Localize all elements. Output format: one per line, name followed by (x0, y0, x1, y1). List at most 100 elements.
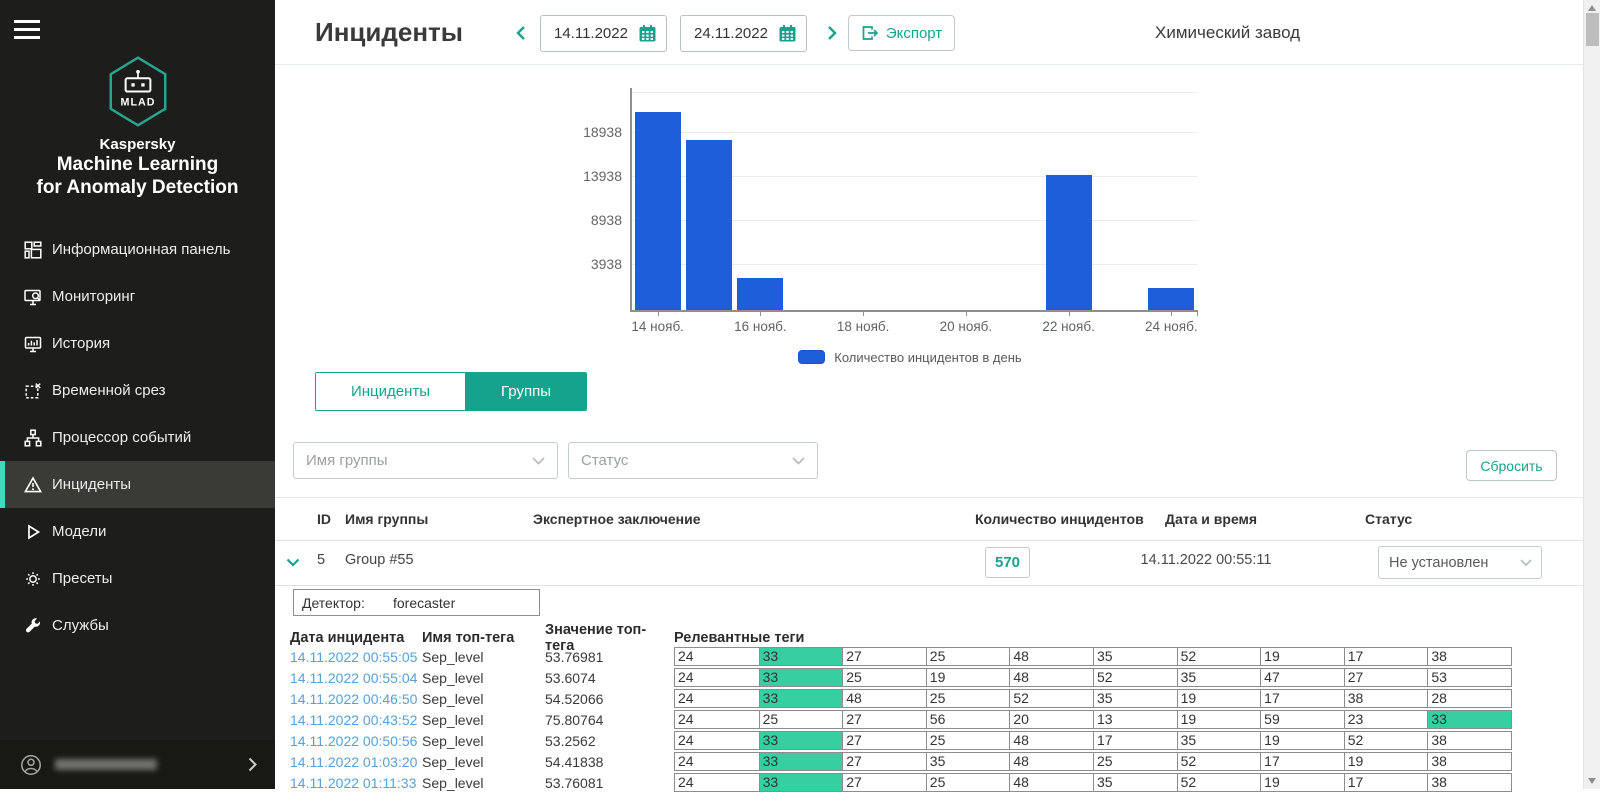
group-detail-panel: Детектор: forecaster Дата инцидента Имя … (275, 589, 1583, 789)
relevant-tag-cell: 48 (1009, 753, 1093, 770)
x-tick-mark (1197, 311, 1198, 316)
calendar-icon[interactable] (638, 24, 657, 43)
vertical-scrollbar[interactable] (1583, 0, 1600, 789)
top-tag-name: Sep_level (422, 691, 545, 707)
top-tag-name: Sep_level (422, 754, 545, 770)
relevant-tag-cell: 27 (842, 711, 926, 728)
sidebar-item-services[interactable]: Службы (0, 602, 275, 649)
relevant-tag-cell: 24 (675, 648, 759, 665)
chevron-left-icon (516, 25, 526, 41)
svg-text:MLAD: MLAD (120, 97, 155, 109)
relevant-tag-cell: 27 (1344, 669, 1428, 686)
relevant-tag-cell-highlighted: 33 (759, 774, 843, 791)
group-name-filter-select[interactable]: Имя группы (293, 442, 558, 479)
sidebar-item-time-slice[interactable]: Временной срез (0, 367, 275, 414)
sidebar-item-monitoring[interactable]: Мониторинг (0, 273, 275, 320)
expand-row-chevron-icon[interactable] (286, 554, 300, 572)
sidebar-item-models[interactable]: Модели (0, 508, 275, 555)
incident-subtable: Дата инцидента Имя топ-тега Значение топ… (290, 628, 1570, 794)
view-tabs: Инциденты Группы (315, 372, 587, 411)
incident-date-link[interactable]: 14.11.2022 01:03:20 (290, 754, 422, 770)
tab-groups[interactable]: Группы (466, 373, 586, 410)
chevron-right-icon (827, 25, 837, 41)
user-panel-expand-chevron-icon[interactable] (248, 757, 257, 772)
sidebar-item-label: Пресеты (52, 570, 112, 587)
top-tag-value: 53.76981 (545, 649, 674, 665)
reset-filters-button[interactable]: Сбросить (1466, 450, 1557, 481)
table-top-divider (275, 497, 1583, 498)
top-tag-value: 53.6074 (545, 670, 674, 686)
relevant-tags-strip: 24332725483552191738 (674, 773, 1512, 792)
sidebar-item-presets[interactable]: Пресеты (0, 555, 275, 602)
calendar-icon[interactable] (778, 24, 797, 43)
relevant-tag-cell: 25 (759, 711, 843, 728)
group-status-select[interactable]: Не установлен (1378, 546, 1542, 579)
relevant-tag-cell: 27 (842, 774, 926, 791)
sidebar-item-label: Инциденты (52, 476, 131, 493)
x-tick-label: 18 нояб. (818, 319, 908, 334)
top-tag-value: 53.76081 (545, 775, 674, 791)
sidebar-item-label: Службы (52, 617, 109, 634)
relevant-tag-cell: 35 (1093, 648, 1177, 665)
relevant-tag-cell: 52 (1177, 648, 1261, 665)
top-tag-name: Sep_level (422, 649, 545, 665)
incident-row: 14.11.2022 00:55:04Sep_level53.607424332… (290, 668, 1570, 687)
incidents-chart: 39388938139381893814 нояб.16 нояб.18 ноя… (275, 65, 1583, 365)
sidebar-item-incidents[interactable]: Инциденты (0, 461, 275, 508)
sidebar-item-event-processor[interactable]: Процессор событий (0, 414, 275, 461)
relevant-tag-cell: 20 (1009, 711, 1093, 728)
date-to-value: 24.11.2022 (694, 25, 768, 42)
date-range-prev-button[interactable] (513, 24, 529, 42)
group-status-value: Не установлен (1389, 555, 1488, 571)
date-to-input[interactable]: 24.11.2022 (680, 15, 807, 52)
scroll-up-arrow[interactable] (1588, 5, 1596, 11)
incidents-icon (24, 476, 42, 494)
top-tag-value: 54.41838 (545, 754, 674, 770)
relevant-tags-strip: 24332725481735195238 (674, 731, 1512, 750)
status-filter-select[interactable]: Статус (568, 442, 818, 479)
groups-table: ID Имя группы Экспертное заключение Коли… (275, 497, 1583, 589)
col-id: ID (317, 511, 331, 527)
legend-swatch (798, 350, 825, 364)
incident-date-link[interactable]: 14.11.2022 00:46:50 (290, 691, 422, 707)
relevant-tags-strip: 24332735482552171938 (674, 752, 1512, 771)
scroll-thumb[interactable] (1586, 13, 1599, 46)
incident-row: 14.11.2022 00:43:52Sep_level75.807642425… (290, 710, 1570, 729)
incident-date-link[interactable]: 14.11.2022 00:43:52 (290, 712, 422, 728)
incident-row: 14.11.2022 00:55:05Sep_level53.769812433… (290, 647, 1570, 666)
col-expert-conclusion: Экспертное заключение (533, 511, 701, 527)
incident-date-link[interactable]: 14.11.2022 01:11:33 (290, 775, 422, 791)
x-tick-label: 16 нояб. (715, 319, 805, 334)
col-incident-date: Дата инцидента (290, 630, 422, 646)
tab-incidents[interactable]: Инциденты (316, 373, 466, 410)
incident-date-link[interactable]: 14.11.2022 00:55:05 (290, 649, 422, 665)
date-range-next-button[interactable] (824, 24, 840, 42)
date-from-input[interactable]: 14.11.2022 (540, 15, 667, 52)
export-label: Экспорт (886, 25, 942, 42)
relevant-tag-cell: 48 (1009, 669, 1093, 686)
relevant-tag-cell: 25 (926, 690, 1010, 707)
sidebar-item-label: Мониторинг (52, 288, 135, 305)
incident-row: 14.11.2022 00:46:50Sep_level54.520662433… (290, 689, 1570, 708)
scroll-down-arrow[interactable] (1588, 778, 1596, 784)
relevant-tags-strip: 24332725483552191738 (674, 647, 1512, 666)
top-tag-value: 53.2562 (545, 733, 674, 749)
relevant-tag-cell: 38 (1427, 774, 1511, 791)
incident-row: 14.11.2022 01:03:20Sep_level54.418382433… (290, 752, 1570, 771)
incident-date-link[interactable]: 14.11.2022 00:50:56 (290, 733, 422, 749)
y-tick-label: 3938 (528, 256, 622, 272)
sidebar-item-label: Процессор событий (52, 429, 191, 446)
hamburger-menu-icon[interactable] (14, 20, 40, 39)
group-datetime: 14.11.2022 00:55:11 (1106, 552, 1306, 568)
detector-value: forecaster (393, 595, 455, 611)
sidebar-item-dashboard[interactable]: Информационная панель (0, 226, 275, 273)
x-tick-label: 20 нояб. (921, 319, 1011, 334)
export-button[interactable]: Экспорт (848, 15, 955, 51)
relevant-tag-cell: 35 (1093, 774, 1177, 791)
incident-date-link[interactable]: 14.11.2022 00:55:04 (290, 670, 422, 686)
user-panel (0, 740, 275, 789)
relevant-tags-strip: 24334825523519173828 (674, 689, 1512, 708)
incident-count-badge[interactable]: 570 (985, 547, 1030, 578)
sidebar-item-history[interactable]: История (0, 320, 275, 367)
models-icon (24, 523, 42, 541)
